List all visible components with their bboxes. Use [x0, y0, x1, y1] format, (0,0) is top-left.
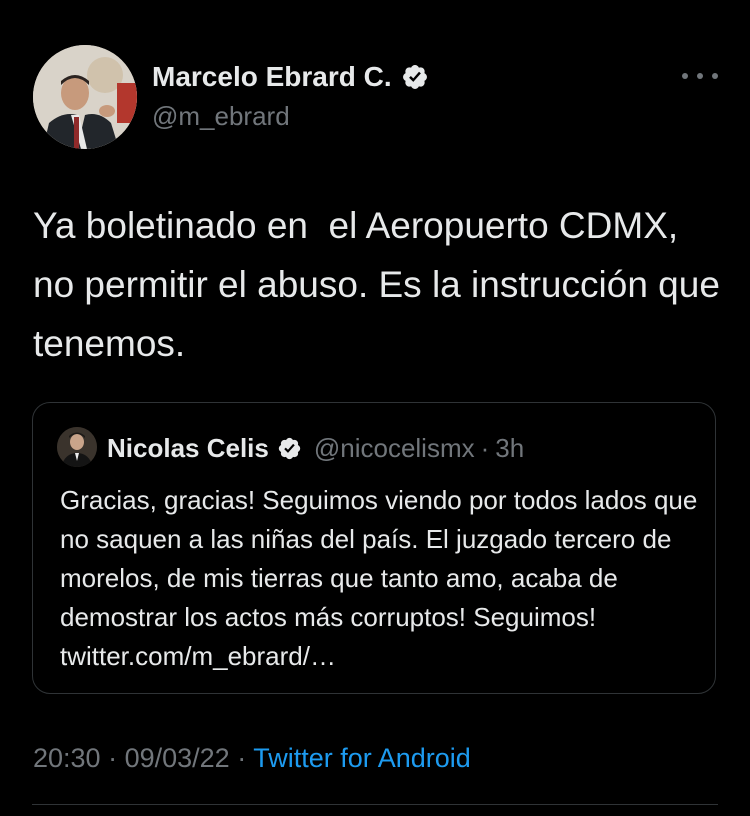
quote-author-avatar[interactable]: [57, 427, 97, 467]
author-handle[interactable]: @m_ebrard: [152, 101, 290, 132]
verified-badge-icon: [277, 436, 302, 461]
tweet-date[interactable]: 09/03/22: [125, 743, 230, 773]
more-dot: [697, 73, 703, 79]
author-avatar[interactable]: [33, 45, 137, 149]
tweet-meta: 20:30 · 09/03/22 · Twitter for Android: [33, 743, 471, 774]
meta-separator: ·: [100, 743, 125, 773]
tweet-time[interactable]: 20:30: [33, 743, 101, 773]
quote-text: Gracias, gracias! Seguimos viendo por to…: [60, 485, 698, 671]
author-name-row[interactable]: Marcelo Ebrard C.: [152, 61, 429, 93]
author-name[interactable]: Marcelo Ebrard C.: [152, 61, 392, 93]
more-options-icon[interactable]: [682, 62, 718, 90]
quote-timestamp[interactable]: 3h: [495, 433, 524, 464]
verified-badge-icon: [401, 63, 429, 91]
quoted-tweet[interactable]: Nicolas Celis @nicocelismx · 3h Gracias,…: [32, 402, 716, 694]
quote-author-photo: [57, 427, 97, 467]
quote-separator: ·: [480, 433, 490, 463]
more-dot: [682, 73, 688, 79]
divider: [32, 804, 718, 805]
quote-author-name[interactable]: Nicolas Celis: [107, 433, 269, 464]
quote-header: Nicolas Celis @nicocelismx · 3h: [107, 433, 524, 464]
author-photo: [33, 45, 137, 149]
quote-author-handle[interactable]: @nicocelismx: [314, 433, 475, 464]
meta-separator: ·: [229, 743, 254, 773]
tweet-source-link[interactable]: Twitter for Android: [253, 743, 471, 773]
more-dot: [712, 73, 718, 79]
tweet-text: Ya boletinado en el Aeropuerto CDMX, no …: [33, 205, 731, 364]
